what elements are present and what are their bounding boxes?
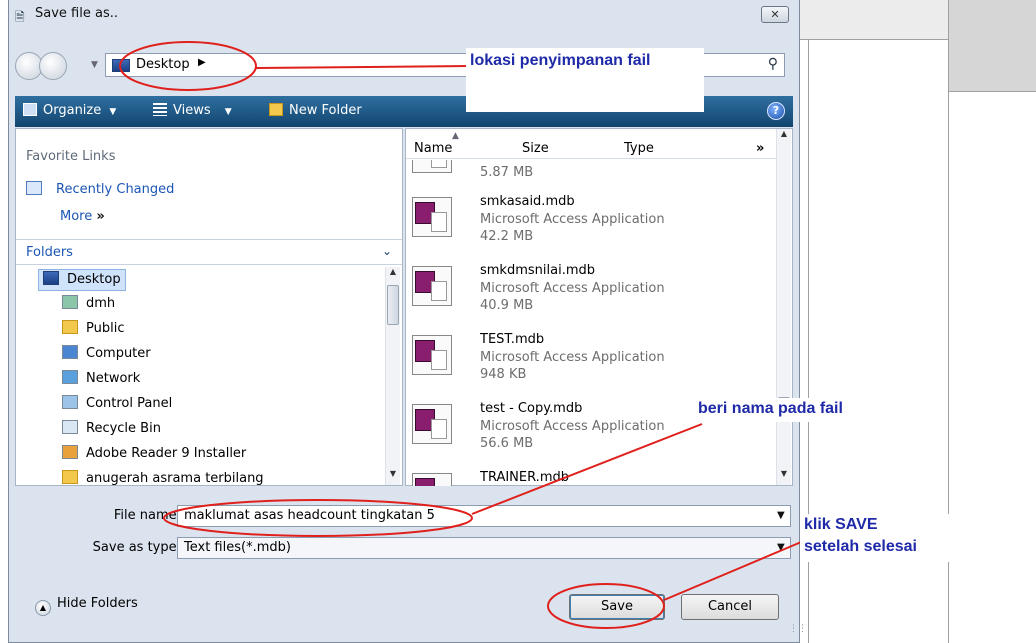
annotation-ellipse-filename xyxy=(163,499,473,537)
annotation-location: lokasi penyimpanan fail xyxy=(470,52,651,69)
annotation-line-location xyxy=(255,65,471,69)
annotation-ellipse-save xyxy=(547,583,665,629)
annotation-filename: beri nama pada fail xyxy=(698,400,843,417)
annotation-save-line1: klik SAVE xyxy=(804,516,878,533)
annotation-save-line2: setelah selesai xyxy=(804,538,917,555)
annotation-line-save xyxy=(663,539,807,601)
annotation-line-filename xyxy=(471,423,703,515)
annotation-ellipse-location xyxy=(119,41,257,91)
